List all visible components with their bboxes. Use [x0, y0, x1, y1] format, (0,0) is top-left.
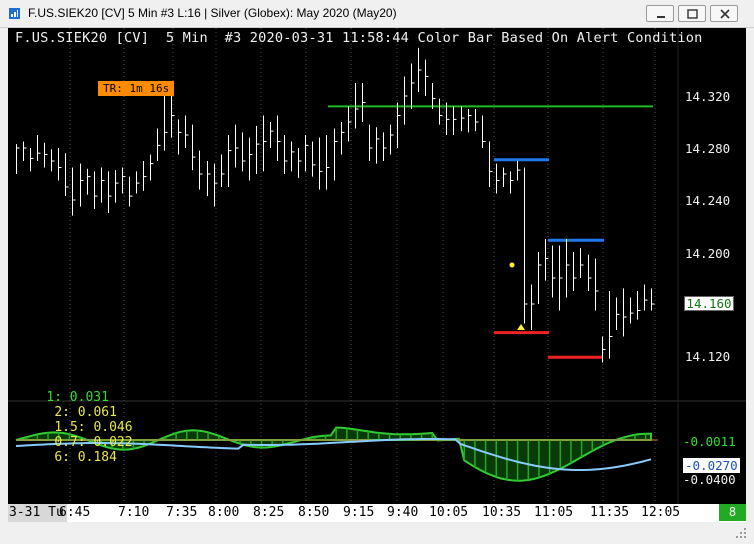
minimize-button[interactable]: [646, 5, 674, 22]
maximize-icon: [687, 9, 698, 19]
app-icon: [9, 8, 20, 19]
price-label: 14.320: [685, 89, 731, 104]
price-label: 14.120: [685, 349, 731, 364]
window-title: F.US.SIEK20 [CV] 5 Min #3 L:16 | Silver …: [28, 6, 397, 20]
time-tick-label: 8:25: [253, 505, 285, 520]
alert-dot: [509, 262, 515, 268]
time-tick-label: 8:50: [298, 505, 330, 520]
indicator-value-label: -0.0011: [683, 434, 736, 449]
date-label: 3-31 Tu: [8, 504, 67, 522]
price-label: 14.240: [685, 193, 731, 208]
time-tick-label: 11:35: [590, 505, 630, 520]
chart-header: F.US.SIEK20 [CV] 5 Min #3 2020-03-31 11:…: [15, 30, 703, 46]
status-value: 1.5: 0.046: [54, 420, 133, 435]
time-tick-label: 7:10: [118, 505, 150, 520]
time-tick-label: 9:40: [387, 505, 419, 520]
status-value: 0.7: 0.022: [54, 435, 133, 450]
indicator-current-label: -0.0270: [683, 458, 740, 473]
maximize-button[interactable]: [678, 5, 706, 22]
time-tick-label: 6:45: [59, 505, 91, 520]
indicator-current-value: -0.0270: [683, 458, 740, 473]
time-tick-label: 12:05: [641, 505, 681, 520]
chart-area[interactable]: F.US.SIEK20 [CV] 5 Min #3 2020-03-31 11:…: [8, 28, 746, 504]
time-tick-label: 9:15: [343, 505, 375, 520]
price-label: 14.280: [685, 141, 731, 156]
price-label: 14.200: [685, 246, 731, 261]
time-tick-label: 10:05: [429, 505, 469, 520]
time-tick-label: 10:35: [482, 505, 522, 520]
close-icon: [720, 9, 730, 19]
last-price-marker: 14.160: [684, 296, 734, 311]
time-axis[interactable]: 3-31 Tu 6:45 7:10 7:35 8:00 8:25 8:50 9:…: [8, 504, 746, 522]
minimize-icon: [657, 16, 665, 18]
alert-triangle: [517, 324, 525, 330]
close-button[interactable]: [710, 5, 738, 22]
status-value: 6: 0.184: [54, 450, 117, 465]
window-titlebar[interactable]: F.US.SIEK20 [CV] 5 Min #3 L:16 | Silver …: [0, 0, 754, 28]
timer-badge: TR: 1m 16s: [98, 81, 175, 96]
time-tick-label: 7:35: [166, 505, 198, 520]
window-bottom-edge: [0, 522, 754, 544]
status-values: 1: 0.031 2: 0.061 1.5: 0.046 0.7: 0.022 …: [15, 375, 133, 480]
resize-grip-icon[interactable]: [734, 526, 748, 540]
indicator-axis-label: -0.0400: [683, 472, 736, 487]
bar-count-badge[interactable]: 8: [719, 504, 746, 521]
status-value: 1: 0.031: [46, 390, 109, 405]
time-tick-label: 8:00: [208, 505, 240, 520]
time-tick-label: 11:05: [534, 505, 574, 520]
status-value: 2: 0.061: [54, 405, 117, 420]
